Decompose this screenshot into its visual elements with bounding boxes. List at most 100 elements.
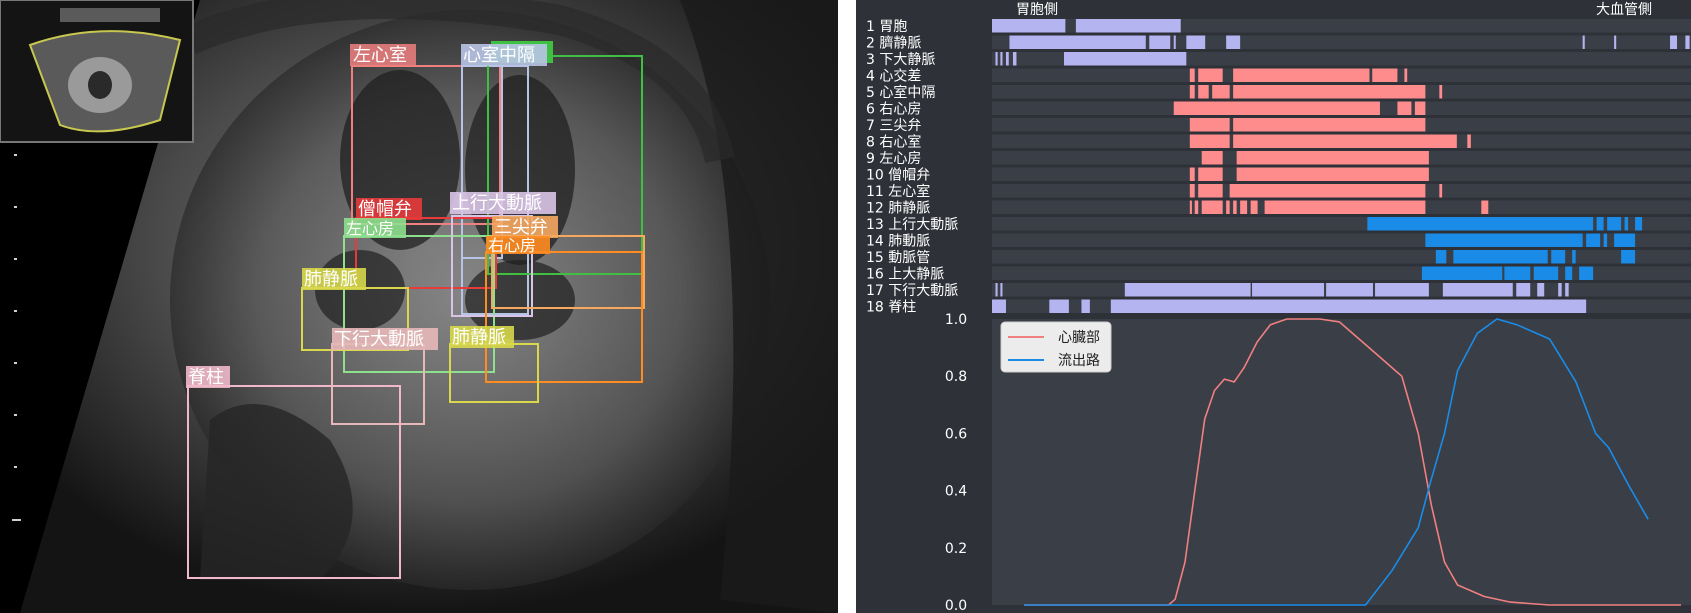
timeline-segment (1226, 35, 1241, 49)
desc-aorta-label: 下行大動脈 (334, 329, 424, 350)
timeline-segment (1375, 283, 1429, 297)
timeline-segment (1582, 35, 1585, 49)
side-left-label: 胃胞側 (1016, 2, 1058, 18)
timeline-segment (1624, 217, 1629, 231)
timeline-row-label: 9 左心房 (866, 151, 921, 167)
timeline-segment (1233, 200, 1237, 214)
timeline-segment (1250, 200, 1258, 214)
ultrasound-image: 左心室 心室中隔 僧帽弁 左心房 上行大動脈 三尖弁 右心房 肺静脈 下行大動脈… (0, 0, 838, 613)
tv-label: 三尖弁 (494, 217, 548, 238)
ivs-label: 心室中隔 (463, 45, 535, 66)
side-right-label: 大血管側 (1596, 2, 1652, 18)
timeline-segment (1397, 101, 1412, 115)
timeline-segment (1467, 134, 1471, 148)
timeline-segment (1110, 299, 1587, 313)
timeline-row-label: 16 上大静脈 (866, 267, 944, 283)
timeline-segment (992, 299, 1006, 313)
timeline-segment (1240, 200, 1248, 214)
timeline-row-label: 18 脊柱 (866, 300, 916, 316)
detection-timeline: 1 胃胞2 臍静脈3 下大静脈4 心交差5 心室中隔6 右心房7 三尖弁8 右心… (866, 19, 1691, 316)
timeline-segment (1481, 200, 1489, 214)
la-label: 左心房 (346, 219, 394, 238)
y-tick-label: 0.6 (945, 426, 967, 442)
ra-label: 右心房 (488, 236, 536, 255)
y-tick-label: 1.0 (945, 312, 967, 328)
timeline-segment (1189, 167, 1195, 181)
timeline-row-label: 17 下行大動脈 (866, 283, 958, 299)
timeline-segment (1198, 167, 1223, 181)
chart-legend: 心臓部 流出路 (1000, 321, 1112, 373)
timeline-segment (1189, 134, 1230, 148)
y-tick-label: 0.0 (945, 598, 967, 613)
timeline-segment (1233, 85, 1426, 99)
timeline-segment (1198, 184, 1223, 198)
timeline-segment (995, 52, 998, 66)
timeline-segment (1005, 52, 1009, 66)
timeline-segment (1229, 184, 1426, 198)
timeline-segment (1233, 68, 1370, 82)
timeline-segment (1533, 266, 1559, 280)
timeline-segment (1404, 68, 1408, 82)
timeline-segment (1173, 35, 1176, 49)
timeline-segment (1565, 283, 1569, 297)
timeline-row-label: 10 僧帽弁 (866, 168, 930, 184)
timeline-segment (1063, 52, 1187, 66)
ultrasound-panel: 左心室 心室中隔 僧帽弁 左心房 上行大動脈 三尖弁 右心房 肺静脈 下行大動脈… (0, 0, 838, 613)
timeline-segment (1189, 68, 1195, 82)
timeline-segment (1233, 118, 1426, 132)
timeline-segment (1635, 217, 1643, 231)
analysis-figure: 胃胞側 大血管側 1 胃胞2 臍静脈3 下大静脈4 心交差5 心室中隔6 右心房… (866, 2, 1691, 613)
timeline-segment (1081, 299, 1090, 313)
timeline-segment (1236, 167, 1429, 181)
timeline-segment (1586, 233, 1601, 247)
timeline-segment (1252, 283, 1325, 297)
y-tick-label: 0.4 (945, 484, 967, 500)
timeline-segment (1621, 250, 1636, 264)
legend-label-outflow: 流出路 (1058, 353, 1100, 369)
timeline-segment (1372, 68, 1398, 82)
lv-label: 左心室 (353, 45, 407, 66)
timeline-segment (1198, 85, 1209, 99)
timeline-segment (1201, 151, 1223, 165)
timeline-segment (1504, 266, 1531, 280)
timeline-row-label: 5 心室中隔 (866, 84, 935, 101)
timeline-segment (1000, 283, 1003, 297)
timeline-row-label: 2 臍静脈 (866, 36, 921, 52)
timeline-row-label: 3 下大静脈 (866, 52, 935, 68)
pv-right-label: 肺静脈 (452, 327, 506, 348)
timeline-segment (1614, 35, 1617, 49)
timeline-row-label: 1 胃胞 (866, 19, 907, 35)
timeline-segment (1603, 233, 1608, 247)
pv-left-label: 肺静脈 (304, 269, 358, 290)
timeline-segment (1516, 283, 1531, 297)
timeline-row-label: 12 肺静脈 (866, 201, 930, 217)
timeline-segment (1614, 233, 1636, 247)
timeline-segment (1453, 250, 1548, 264)
timeline-segment (1607, 217, 1622, 231)
timeline-row-label: 14 肺動脈 (866, 234, 930, 250)
timeline-segment (1367, 217, 1594, 231)
timeline-segment (1186, 35, 1206, 49)
timeline-segment (1226, 200, 1230, 214)
timeline-segment (1124, 283, 1251, 297)
timeline-segment (1189, 85, 1195, 99)
timeline-segment (1173, 101, 1380, 115)
timeline-segment (1442, 283, 1513, 297)
timeline-segment (1198, 68, 1223, 82)
timeline-row-label: 7 三尖弁 (866, 118, 921, 134)
timeline-segment (1551, 250, 1566, 264)
timeline-segment (1212, 85, 1230, 99)
timeline-row-label: 8 右心室 (866, 134, 921, 151)
timeline-segment (1558, 283, 1562, 297)
timeline-segment (1264, 200, 1426, 214)
timeline-segment (1670, 35, 1678, 49)
legend-label-heart: 心臓部 (1058, 330, 1100, 346)
timeline-row-label: 11 左心室 (866, 183, 930, 200)
timeline-segment (1414, 101, 1426, 115)
timeline-segment (1049, 299, 1069, 313)
timeline-segment (1194, 200, 1199, 214)
timeline-segment (1685, 35, 1690, 49)
timeline-segment (995, 283, 998, 297)
timeline-segment (1537, 283, 1545, 297)
timeline-segment (1000, 52, 1003, 66)
